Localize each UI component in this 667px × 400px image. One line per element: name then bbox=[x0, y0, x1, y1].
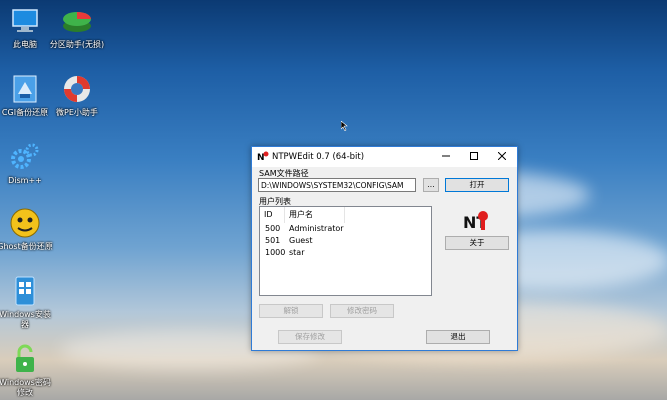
user-name: Administrator bbox=[289, 224, 344, 233]
user-name: Guest bbox=[289, 236, 313, 245]
window-title: NTPWEdit 0.7 (64-bit) bbox=[272, 152, 365, 162]
save-changes-button[interactable]: 保存修改 bbox=[278, 330, 342, 344]
user-id: 501 bbox=[265, 236, 281, 245]
minimize-button[interactable] bbox=[432, 147, 460, 167]
desktop-icon-label: Windows安装器 bbox=[0, 310, 51, 329]
user-list[interactable]: ID 用户名 500 Administrator 501 Guest 1000 … bbox=[259, 206, 432, 296]
change-password-button[interactable]: 修改密码 bbox=[330, 304, 394, 318]
cgi-backup-icon bbox=[13, 75, 37, 103]
desktop-icon-ghost[interactable]: Ghost备份还原 bbox=[0, 206, 54, 252]
browse-button[interactable]: ... bbox=[423, 178, 439, 192]
ghost-icon bbox=[10, 208, 40, 238]
desktop-icon-label: CGI备份还原 bbox=[1, 108, 49, 117]
maximize-button[interactable] bbox=[460, 147, 488, 167]
desktop-icon-pe-helper[interactable]: 微PE小助手 bbox=[48, 72, 106, 118]
table-row[interactable]: 501 Guest bbox=[260, 235, 431, 247]
desktop-icon-label: Windows密码修改 bbox=[0, 378, 51, 397]
windows-installer-icon bbox=[15, 276, 35, 306]
sam-path-input[interactable]: D:\WINDOWS\SYSTEM32\CONFIG\SAM bbox=[258, 178, 416, 192]
open-button[interactable]: 打开 bbox=[445, 178, 509, 192]
desktop-icon-this-pc[interactable]: 此电脑 bbox=[0, 4, 54, 50]
close-icon bbox=[497, 151, 507, 161]
table-row[interactable]: 1000 star bbox=[260, 247, 431, 259]
maximize-icon bbox=[470, 152, 478, 160]
gears-icon bbox=[11, 143, 39, 169]
partition-icon bbox=[63, 12, 91, 32]
lock-icon bbox=[16, 344, 34, 372]
table-row[interactable]: 500 Administrator bbox=[260, 223, 431, 235]
title-bar[interactable]: N NTPWEdit 0.7 (64-bit) bbox=[252, 147, 517, 167]
svg-text:N: N bbox=[257, 153, 265, 162]
mouse-cursor-icon bbox=[341, 121, 348, 131]
exit-button[interactable]: 退出 bbox=[426, 330, 490, 344]
desktop-icon-cgi[interactable]: CGI备份还原 bbox=[0, 72, 54, 118]
column-header-username[interactable]: 用户名 bbox=[285, 207, 345, 223]
list-header: ID 用户名 bbox=[260, 207, 431, 223]
user-id: 1000 bbox=[265, 248, 286, 257]
minimize-icon bbox=[442, 155, 450, 157]
user-id: 500 bbox=[265, 224, 281, 233]
lifebuoy-icon bbox=[64, 76, 90, 102]
close-button[interactable] bbox=[488, 147, 516, 167]
desktop-icon-label: 此电脑 bbox=[13, 40, 37, 49]
about-button[interactable]: 关于 bbox=[445, 236, 509, 250]
user-name: star bbox=[289, 248, 305, 257]
computer-icon bbox=[12, 9, 38, 32]
desktop-icon-label: 分区助手(无损) bbox=[49, 40, 105, 49]
column-header-id[interactable]: ID bbox=[260, 207, 285, 223]
desktop-icon-partition[interactable]: 分区助手(无损) bbox=[48, 4, 106, 50]
ntpwedit-window: N NTPWEdit 0.7 (64-bit) SAM文件路径 D:\WINDO… bbox=[251, 146, 518, 351]
app-icon: N bbox=[257, 151, 269, 162]
desktop-icon-label: 微PE小助手 bbox=[56, 108, 98, 117]
unlock-button[interactable]: 解锁 bbox=[259, 304, 323, 318]
desktop-icon-password[interactable]: Windows密码修改 bbox=[0, 342, 54, 398]
desktop-icon-dism[interactable]: Dism++ bbox=[0, 140, 54, 186]
desktop-icon-windows-installer[interactable]: Windows安装器 bbox=[0, 274, 54, 330]
ntpwedit-logo-icon: NT bbox=[463, 211, 488, 232]
desktop-icon-label: Ghost备份还原 bbox=[0, 242, 53, 251]
desktop-icon-label: Dism++ bbox=[8, 176, 42, 185]
